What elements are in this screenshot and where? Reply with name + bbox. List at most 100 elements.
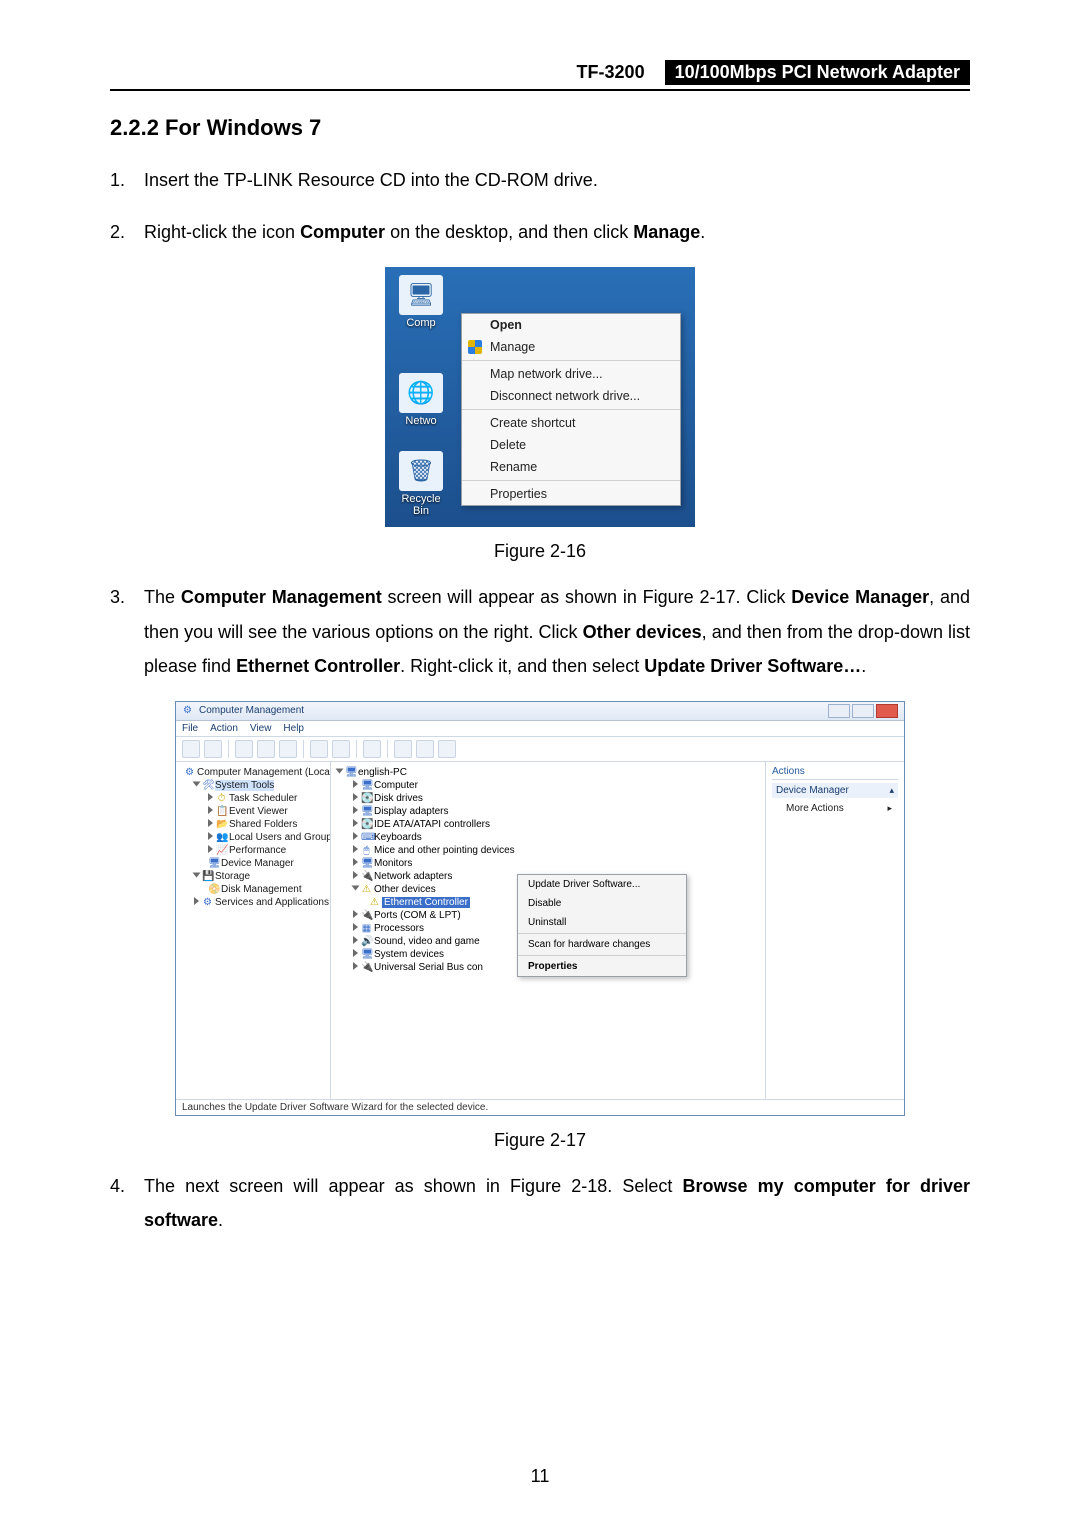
ctx-delete[interactable]: Delete xyxy=(462,434,680,456)
toolbar-separator xyxy=(303,740,304,758)
actions-more[interactable]: More Actions xyxy=(772,801,898,816)
ctx2-properties[interactable]: Properties xyxy=(518,957,686,976)
header-product-name: 10/100Mbps PCI Network Adapter xyxy=(665,60,970,85)
tree-local-users[interactable]: 👥Local Users and Groups xyxy=(178,831,328,844)
step-4-text: The next screen will appear as shown in … xyxy=(144,1176,682,1196)
step-3-bold: Ethernet Controller xyxy=(236,656,400,676)
step-3-text: . xyxy=(861,656,866,676)
actions-more-label: More Actions xyxy=(786,803,844,814)
desktop-icon-computer[interactable]: 🖥 Comp xyxy=(393,275,449,329)
ctx-manage[interactable]: Manage xyxy=(462,336,680,358)
menu-view[interactable]: View xyxy=(250,723,272,734)
header-rule xyxy=(110,89,970,91)
step-4: The next screen will appear as shown in … xyxy=(110,1169,970,1237)
toolbar-button[interactable] xyxy=(332,740,350,758)
ctx-map-drive[interactable]: Map network drive... xyxy=(462,363,680,385)
tree-device-manager[interactable]: 🖥Device Manager xyxy=(178,857,328,870)
toolbar xyxy=(176,737,904,762)
tree-task-scheduler[interactable]: ⏱Task Scheduler xyxy=(178,792,328,805)
figure-2-16-caption: Figure 2-16 xyxy=(110,541,970,562)
computer-management-window: ⚙ Computer Management File Action View H… xyxy=(175,701,905,1116)
ctx-open[interactable]: Open xyxy=(462,314,680,336)
instruction-list-cont: The Computer Management screen will appe… xyxy=(110,580,970,683)
device-context-menu: Update Driver Software... Disable Uninst… xyxy=(517,874,687,977)
ctx-rename[interactable]: Rename xyxy=(462,456,680,478)
tree-performance[interactable]: 📈Performance xyxy=(178,844,328,857)
toolbar-separator xyxy=(356,740,357,758)
toolbar-separator xyxy=(387,740,388,758)
maximize-button[interactable] xyxy=(852,704,874,718)
actions-heading: Actions xyxy=(772,766,898,780)
minimize-button[interactable] xyxy=(828,704,850,718)
tree-services-apps[interactable]: ⚙Services and Applications xyxy=(178,896,328,909)
menu-file[interactable]: File xyxy=(182,723,198,734)
dev-mice[interactable]: 🖱Mice and other pointing devices xyxy=(337,844,759,857)
desktop-icon-network[interactable]: 🌐 Netwo xyxy=(393,373,449,427)
ctx-separator xyxy=(462,360,680,361)
step-2: Right-click the icon Computer on the des… xyxy=(110,215,970,249)
step-3: The Computer Management screen will appe… xyxy=(110,580,970,683)
ctx-properties[interactable]: Properties xyxy=(462,483,680,505)
toolbar-button[interactable] xyxy=(363,740,381,758)
ctx2-disable[interactable]: Disable xyxy=(518,894,686,913)
step-3-text: The xyxy=(144,587,181,607)
actions-section[interactable]: Device Manager xyxy=(772,783,898,798)
uac-shield-icon xyxy=(468,340,482,354)
toolbar-button[interactable] xyxy=(394,740,412,758)
step-2-bold-manage: Manage xyxy=(633,222,700,242)
ctx2-scan[interactable]: Scan for hardware changes xyxy=(518,935,686,954)
chevron-right-icon xyxy=(887,803,892,814)
dev-keyboards[interactable]: ⌨Keyboards xyxy=(337,831,759,844)
tree-event-viewer[interactable]: 📋Event Viewer xyxy=(178,805,328,818)
toolbar-button[interactable] xyxy=(416,740,434,758)
ctx-create-shortcut[interactable]: Create shortcut xyxy=(462,412,680,434)
toolbar-button[interactable] xyxy=(279,740,297,758)
toolbar-button[interactable] xyxy=(438,740,456,758)
collapse-icon xyxy=(889,785,894,796)
ctx-disconnect-drive[interactable]: Disconnect network drive... xyxy=(462,385,680,407)
tree-shared-folders[interactable]: 📂Shared Folders xyxy=(178,818,328,831)
toolbar-separator xyxy=(228,740,229,758)
desktop-screenshot: 🖥 Comp 🌐 Netwo 🗑 Recycle Bin Open Manage… xyxy=(385,267,695,527)
computer-icon: 🖥 xyxy=(399,275,443,315)
ctx-manage-label: Manage xyxy=(490,340,535,354)
header-model: TF-3200 xyxy=(577,62,645,83)
dev-root[interactable]: 🖥english-PC xyxy=(337,766,759,779)
network-icon: 🌐 xyxy=(399,373,443,413)
ctx2-update-driver[interactable]: Update Driver Software... xyxy=(518,875,686,894)
menu-action[interactable]: Action xyxy=(210,723,238,734)
device-tree: 🖥english-PC 🖥Computer 💽Disk drives 🖥Disp… xyxy=(331,762,766,1099)
desktop-icon-recyclebin-label: Recycle Bin xyxy=(393,493,449,517)
step-2-text-a: Right-click the icon xyxy=(144,222,300,242)
step-2-bold-computer: Computer xyxy=(300,222,385,242)
desktop-icon-recyclebin[interactable]: 🗑 Recycle Bin xyxy=(393,451,449,517)
instruction-list-cont2: The next screen will appear as shown in … xyxy=(110,1169,970,1237)
window-titlebar[interactable]: ⚙ Computer Management xyxy=(176,702,904,721)
window-body: ⚙Computer Management (Local 🛠System Tool… xyxy=(176,762,904,1099)
toolbar-button[interactable] xyxy=(257,740,275,758)
step-1: Insert the TP-LINK Resource CD into the … xyxy=(110,163,970,197)
step-3-bold: Update Driver Software… xyxy=(644,656,861,676)
window-title: Computer Management xyxy=(199,705,304,716)
dev-display-adapters[interactable]: 🖥Display adapters xyxy=(337,805,759,818)
desktop-icon-computer-label: Comp xyxy=(393,317,449,329)
tree-system-tools[interactable]: 🛠System Tools xyxy=(178,779,328,792)
toolbar-back-button[interactable] xyxy=(182,740,200,758)
close-button[interactable] xyxy=(876,704,898,718)
dev-monitors[interactable]: 🖥Monitors xyxy=(337,857,759,870)
tree-disk-management[interactable]: 📀Disk Management xyxy=(178,883,328,896)
tree-storage[interactable]: 💾Storage xyxy=(178,870,328,883)
menu-help[interactable]: Help xyxy=(283,723,304,734)
dev-disk-drives[interactable]: 💽Disk drives xyxy=(337,792,759,805)
ctx-separator xyxy=(462,409,680,410)
toolbar-button[interactable] xyxy=(310,740,328,758)
ctx2-uninstall[interactable]: Uninstall xyxy=(518,913,686,932)
toolbar-button[interactable] xyxy=(235,740,253,758)
section-heading: 2.2.2 For Windows 7 xyxy=(110,115,970,141)
dev-ide[interactable]: 💽IDE ATA/ATAPI controllers xyxy=(337,818,759,831)
toolbar-forward-button[interactable] xyxy=(204,740,222,758)
dev-computer[interactable]: 🖥Computer xyxy=(337,779,759,792)
app-icon: ⚙ xyxy=(182,705,193,716)
step-2-text-e: . xyxy=(700,222,705,242)
tree-root[interactable]: ⚙Computer Management (Local xyxy=(178,766,328,779)
